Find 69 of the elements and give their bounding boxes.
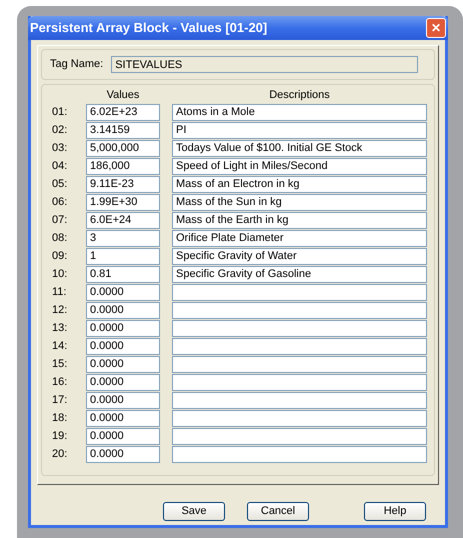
description-field[interactable]: Todays Value of $100. Initial GE Stock — [172, 140, 427, 156]
value-field[interactable]: 1 — [86, 248, 160, 264]
description-field[interactable] — [172, 284, 427, 300]
row-number: 18: — [52, 410, 68, 426]
description-field[interactable] — [172, 338, 427, 354]
description-field[interactable]: Atoms in a Mole — [172, 104, 427, 120]
dialog-button[interactable]: Cancel — [247, 502, 309, 521]
value-field[interactable]: 0.0000 — [86, 356, 160, 372]
description-field[interactable] — [172, 374, 427, 390]
value-field[interactable]: 0.0000 — [86, 338, 160, 354]
tag-name-field[interactable]: SITEVALUES — [111, 56, 418, 73]
row-number: 08: — [52, 230, 68, 246]
description-field[interactable]: Mass of an Electron in kg — [172, 176, 427, 192]
value-field[interactable]: 1.99E+30 — [86, 194, 160, 210]
row-number: 16: — [52, 374, 68, 390]
description-field[interactable] — [172, 356, 427, 372]
value-field[interactable]: 6.02E+23 — [86, 104, 160, 120]
value-field[interactable]: 0.0000 — [86, 446, 160, 462]
row-number: 14: — [52, 338, 68, 354]
value-field[interactable]: 3 — [86, 230, 160, 246]
tag-label: Tag Name: — [50, 57, 104, 72]
value-field[interactable]: 0.0000 — [86, 320, 160, 336]
row-number: 07: — [52, 212, 68, 228]
row-number: 10: — [52, 266, 68, 282]
description-field[interactable] — [172, 392, 427, 408]
row-number: 01: — [52, 104, 68, 120]
row-number: 05: — [52, 176, 68, 192]
row-number: 11: — [52, 284, 68, 300]
row-number: 15: — [52, 356, 68, 372]
description-field[interactable] — [172, 428, 427, 444]
value-field[interactable]: 0.0000 — [86, 284, 160, 300]
value-field[interactable]: 0.0000 — [86, 410, 160, 426]
dialog-button[interactable]: Help — [364, 502, 426, 521]
value-field[interactable]: 0.81 — [86, 266, 160, 282]
description-field[interactable] — [172, 446, 427, 462]
row-number: 19: — [52, 428, 68, 444]
row-number: 17: — [52, 392, 68, 408]
values-header: Values — [106, 88, 140, 103]
description-field[interactable]: Mass of the Earth in kg — [172, 212, 427, 228]
close-button[interactable]: ✕ — [426, 18, 446, 38]
value-field[interactable]: 0.0000 — [86, 392, 160, 408]
value-field[interactable]: 6.0E+24 — [86, 212, 160, 228]
description-field[interactable]: Speed of Light in Miles/Second — [172, 158, 427, 174]
value-field[interactable]: 0.0000 — [86, 428, 160, 444]
row-number: 13: — [52, 320, 68, 336]
description-field[interactable] — [172, 302, 427, 318]
value-field[interactable]: 0.0000 — [86, 302, 160, 318]
description-field[interactable]: Mass of the Sun in kg — [172, 194, 427, 210]
row-number: 12: — [52, 302, 68, 318]
row-number: 04: — [52, 158, 68, 174]
descriptions-header: Descriptions — [268, 88, 331, 103]
description-field[interactable]: Orifice Plate Diameter — [172, 230, 427, 246]
value-field[interactable]: 3.14159 — [86, 122, 160, 138]
description-field[interactable] — [172, 320, 427, 336]
value-field[interactable]: 0.0000 — [86, 374, 160, 390]
row-number: 09: — [52, 248, 68, 264]
dialog-button[interactable]: Save — [163, 502, 225, 521]
description-field[interactable] — [172, 410, 427, 426]
value-field[interactable]: 186,000 — [86, 158, 160, 174]
value-field[interactable]: 9.11E-23 — [86, 176, 160, 192]
row-number: 06: — [52, 194, 68, 210]
description-field[interactable]: PI — [172, 122, 427, 138]
description-field[interactable]: Specific Gravity of Gasoline — [172, 266, 427, 282]
value-field[interactable]: 5,000,000 — [86, 140, 160, 156]
description-field[interactable]: Specific Gravity of Water — [172, 248, 427, 264]
row-number: 03: — [52, 140, 68, 156]
row-number: 02: — [52, 122, 68, 138]
row-number: 20: — [52, 446, 68, 462]
window-title: Persistent Array Block - Values [01-20] — [30, 19, 268, 38]
